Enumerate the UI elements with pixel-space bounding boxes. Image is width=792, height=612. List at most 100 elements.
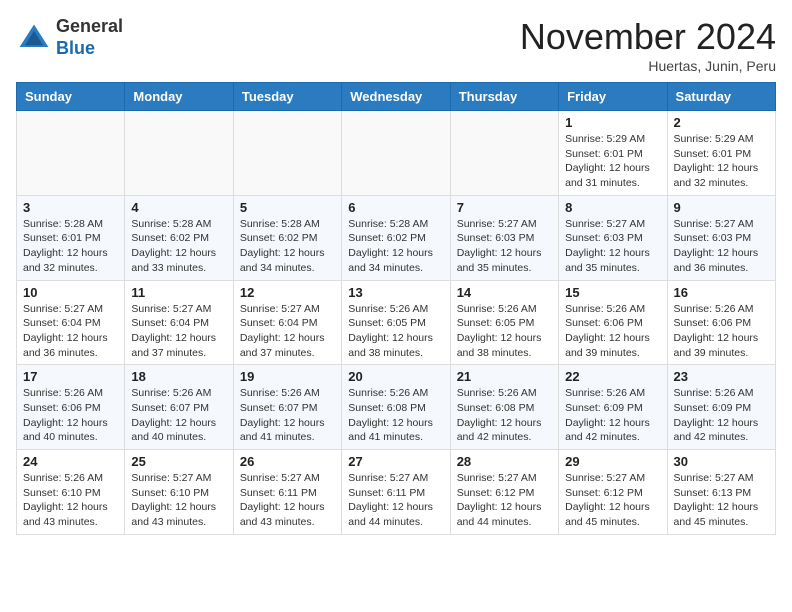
calendar-cell: 5 Sunrise: 5:28 AM Sunset: 6:02 PM Daylig… — [233, 195, 341, 280]
calendar-cell: 28 Sunrise: 5:27 AM Sunset: 6:12 PM Dayli… — [450, 450, 558, 535]
col-header-wednesday: Wednesday — [342, 83, 450, 111]
day-number: 30 — [674, 454, 769, 469]
title-block: November 2024 Huertas, Junin, Peru — [520, 16, 776, 74]
calendar-cell: 14 Sunrise: 5:26 AM Sunset: 6:05 PM Dayli… — [450, 280, 558, 365]
day-number: 19 — [240, 369, 335, 384]
calendar-cell — [450, 111, 558, 196]
calendar-cell: 2Sunrise: 5:29 AM Sunset: 6:01 PM Daylig… — [667, 111, 775, 196]
day-number: 3 — [23, 200, 118, 215]
day-info: Sunrise: 5:26 AM Sunset: 6:07 PM Dayligh… — [131, 386, 226, 445]
day-number: 20 — [348, 369, 443, 384]
calendar-cell: 15 Sunrise: 5:26 AM Sunset: 6:06 PM Dayli… — [559, 280, 667, 365]
logo-text: General Blue — [56, 16, 123, 59]
calendar-cell: 17 Sunrise: 5:26 AM Sunset: 6:06 PM Dayli… — [17, 365, 125, 450]
col-header-saturday: Saturday — [667, 83, 775, 111]
location: Huertas, Junin, Peru — [520, 58, 776, 74]
day-info: Sunrise: 5:26 AM Sunset: 6:06 PM Dayligh… — [565, 302, 660, 361]
calendar-cell: 16 Sunrise: 5:26 AM Sunset: 6:06 PM Dayli… — [667, 280, 775, 365]
calendar-cell: 29 Sunrise: 5:27 AM Sunset: 6:12 PM Dayli… — [559, 450, 667, 535]
day-info: Sunrise: 5:26 AM Sunset: 6:10 PM Dayligh… — [23, 471, 118, 530]
day-info: Sunrise: 5:27 AM Sunset: 6:03 PM Dayligh… — [565, 217, 660, 276]
day-number: 15 — [565, 285, 660, 300]
logo-icon — [16, 20, 52, 56]
day-number: 25 — [131, 454, 226, 469]
day-number: 24 — [23, 454, 118, 469]
day-info: Sunrise: 5:26 AM Sunset: 6:07 PM Dayligh… — [240, 386, 335, 445]
day-number: 12 — [240, 285, 335, 300]
day-info: Sunrise: 5:27 AM Sunset: 6:11 PM Dayligh… — [240, 471, 335, 530]
calendar-cell: 3 Sunrise: 5:28 AM Sunset: 6:01 PM Daylig… — [17, 195, 125, 280]
col-header-friday: Friday — [559, 83, 667, 111]
day-info: Sunrise: 5:27 AM Sunset: 6:03 PM Dayligh… — [674, 217, 769, 276]
calendar-cell: 10 Sunrise: 5:27 AM Sunset: 6:04 PM Dayli… — [17, 280, 125, 365]
day-info: Sunrise: 5:27 AM Sunset: 6:04 PM Dayligh… — [131, 302, 226, 361]
calendar-cell: 8 Sunrise: 5:27 AM Sunset: 6:03 PM Daylig… — [559, 195, 667, 280]
day-info: Sunrise: 5:27 AM Sunset: 6:11 PM Dayligh… — [348, 471, 443, 530]
day-info: Sunrise: 5:28 AM Sunset: 6:02 PM Dayligh… — [348, 217, 443, 276]
calendar-week-0: 1 Sunrise: 5:29 AM Sunset: 6:01 PM Daylig… — [17, 111, 776, 196]
day-info: Sunrise: 5:26 AM Sunset: 6:08 PM Dayligh… — [348, 386, 443, 445]
day-number: 4 — [131, 200, 226, 215]
day-number: 10 — [23, 285, 118, 300]
day-info: Sunrise: 5:27 AM Sunset: 6:13 PM Dayligh… — [674, 471, 769, 530]
day-info: Sunrise: 5:26 AM Sunset: 6:05 PM Dayligh… — [457, 302, 552, 361]
calendar-cell: 12Sunrise: 5:27 AM Sunset: 6:04 PM Dayli… — [233, 280, 341, 365]
day-number: 17 — [23, 369, 118, 384]
day-info: Sunrise: 5:28 AM Sunset: 6:02 PM Dayligh… — [240, 217, 335, 276]
calendar-cell: 6 Sunrise: 5:28 AM Sunset: 6:02 PM Daylig… — [342, 195, 450, 280]
day-number: 16 — [674, 285, 769, 300]
day-number: 22 — [565, 369, 660, 384]
day-info: Sunrise: 5:26 AM Sunset: 6:06 PM Dayligh… — [674, 302, 769, 361]
day-number: 13 — [348, 285, 443, 300]
calendar-cell: 23Sunrise: 5:26 AM Sunset: 6:09 PM Dayli… — [667, 365, 775, 450]
day-number: 26 — [240, 454, 335, 469]
day-number: 5 — [240, 200, 335, 215]
day-number: 14 — [457, 285, 552, 300]
day-info: Sunrise: 5:27 AM Sunset: 6:12 PM Dayligh… — [457, 471, 552, 530]
day-info: Sunrise: 5:28 AM Sunset: 6:02 PM Dayligh… — [131, 217, 226, 276]
day-number: 28 — [457, 454, 552, 469]
calendar-cell: 18 Sunrise: 5:26 AM Sunset: 6:07 PM Dayli… — [125, 365, 233, 450]
day-info: Sunrise: 5:27 AM Sunset: 6:12 PM Dayligh… — [565, 471, 660, 530]
calendar-week-4: 24 Sunrise: 5:26 AM Sunset: 6:10 PM Dayli… — [17, 450, 776, 535]
calendar-cell — [342, 111, 450, 196]
day-number: 8 — [565, 200, 660, 215]
calendar-table: SundayMondayTuesdayWednesdayThursdayFrid… — [16, 82, 776, 535]
day-number: 29 — [565, 454, 660, 469]
day-number: 11 — [131, 285, 226, 300]
calendar-cell: 21Sunrise: 5:26 AM Sunset: 6:08 PM Dayli… — [450, 365, 558, 450]
day-info: Sunrise: 5:27 AM Sunset: 6:04 PM Dayligh… — [23, 302, 118, 361]
day-number: 1 — [565, 115, 660, 130]
day-number: 6 — [348, 200, 443, 215]
day-info: Sunrise: 5:29 AM Sunset: 6:01 PM Dayligh… — [565, 132, 660, 191]
calendar-cell — [17, 111, 125, 196]
day-info: Sunrise: 5:28 AM Sunset: 6:01 PM Dayligh… — [23, 217, 118, 276]
calendar-cell: 13Sunrise: 5:26 AM Sunset: 6:05 PM Dayli… — [342, 280, 450, 365]
calendar-cell — [233, 111, 341, 196]
calendar-cell: 9 Sunrise: 5:27 AM Sunset: 6:03 PM Daylig… — [667, 195, 775, 280]
day-info: Sunrise: 5:29 AM Sunset: 6:01 PM Dayligh… — [674, 132, 769, 191]
day-number: 18 — [131, 369, 226, 384]
day-number: 27 — [348, 454, 443, 469]
logo-general: General — [56, 16, 123, 38]
day-number: 7 — [457, 200, 552, 215]
calendar-cell: 19 Sunrise: 5:26 AM Sunset: 6:07 PM Dayli… — [233, 365, 341, 450]
page-header: General Blue November 2024 Huertas, Juni… — [16, 16, 776, 74]
calendar-cell: 7Sunrise: 5:27 AM Sunset: 6:03 PM Daylig… — [450, 195, 558, 280]
logo: General Blue — [16, 16, 123, 59]
col-header-monday: Monday — [125, 83, 233, 111]
day-info: Sunrise: 5:26 AM Sunset: 6:06 PM Dayligh… — [23, 386, 118, 445]
calendar-header-row: SundayMondayTuesdayWednesdayThursdayFrid… — [17, 83, 776, 111]
calendar-cell: 20 Sunrise: 5:26 AM Sunset: 6:08 PM Dayli… — [342, 365, 450, 450]
col-header-thursday: Thursday — [450, 83, 558, 111]
day-number: 9 — [674, 200, 769, 215]
calendar-cell: 27 Sunrise: 5:27 AM Sunset: 6:11 PM Dayli… — [342, 450, 450, 535]
logo-blue: Blue — [56, 38, 123, 60]
calendar-cell: 4 Sunrise: 5:28 AM Sunset: 6:02 PM Daylig… — [125, 195, 233, 280]
col-header-tuesday: Tuesday — [233, 83, 341, 111]
calendar-cell: 1 Sunrise: 5:29 AM Sunset: 6:01 PM Daylig… — [559, 111, 667, 196]
day-number: 23 — [674, 369, 769, 384]
col-header-sunday: Sunday — [17, 83, 125, 111]
day-number: 21 — [457, 369, 552, 384]
calendar-cell: 24 Sunrise: 5:26 AM Sunset: 6:10 PM Dayli… — [17, 450, 125, 535]
